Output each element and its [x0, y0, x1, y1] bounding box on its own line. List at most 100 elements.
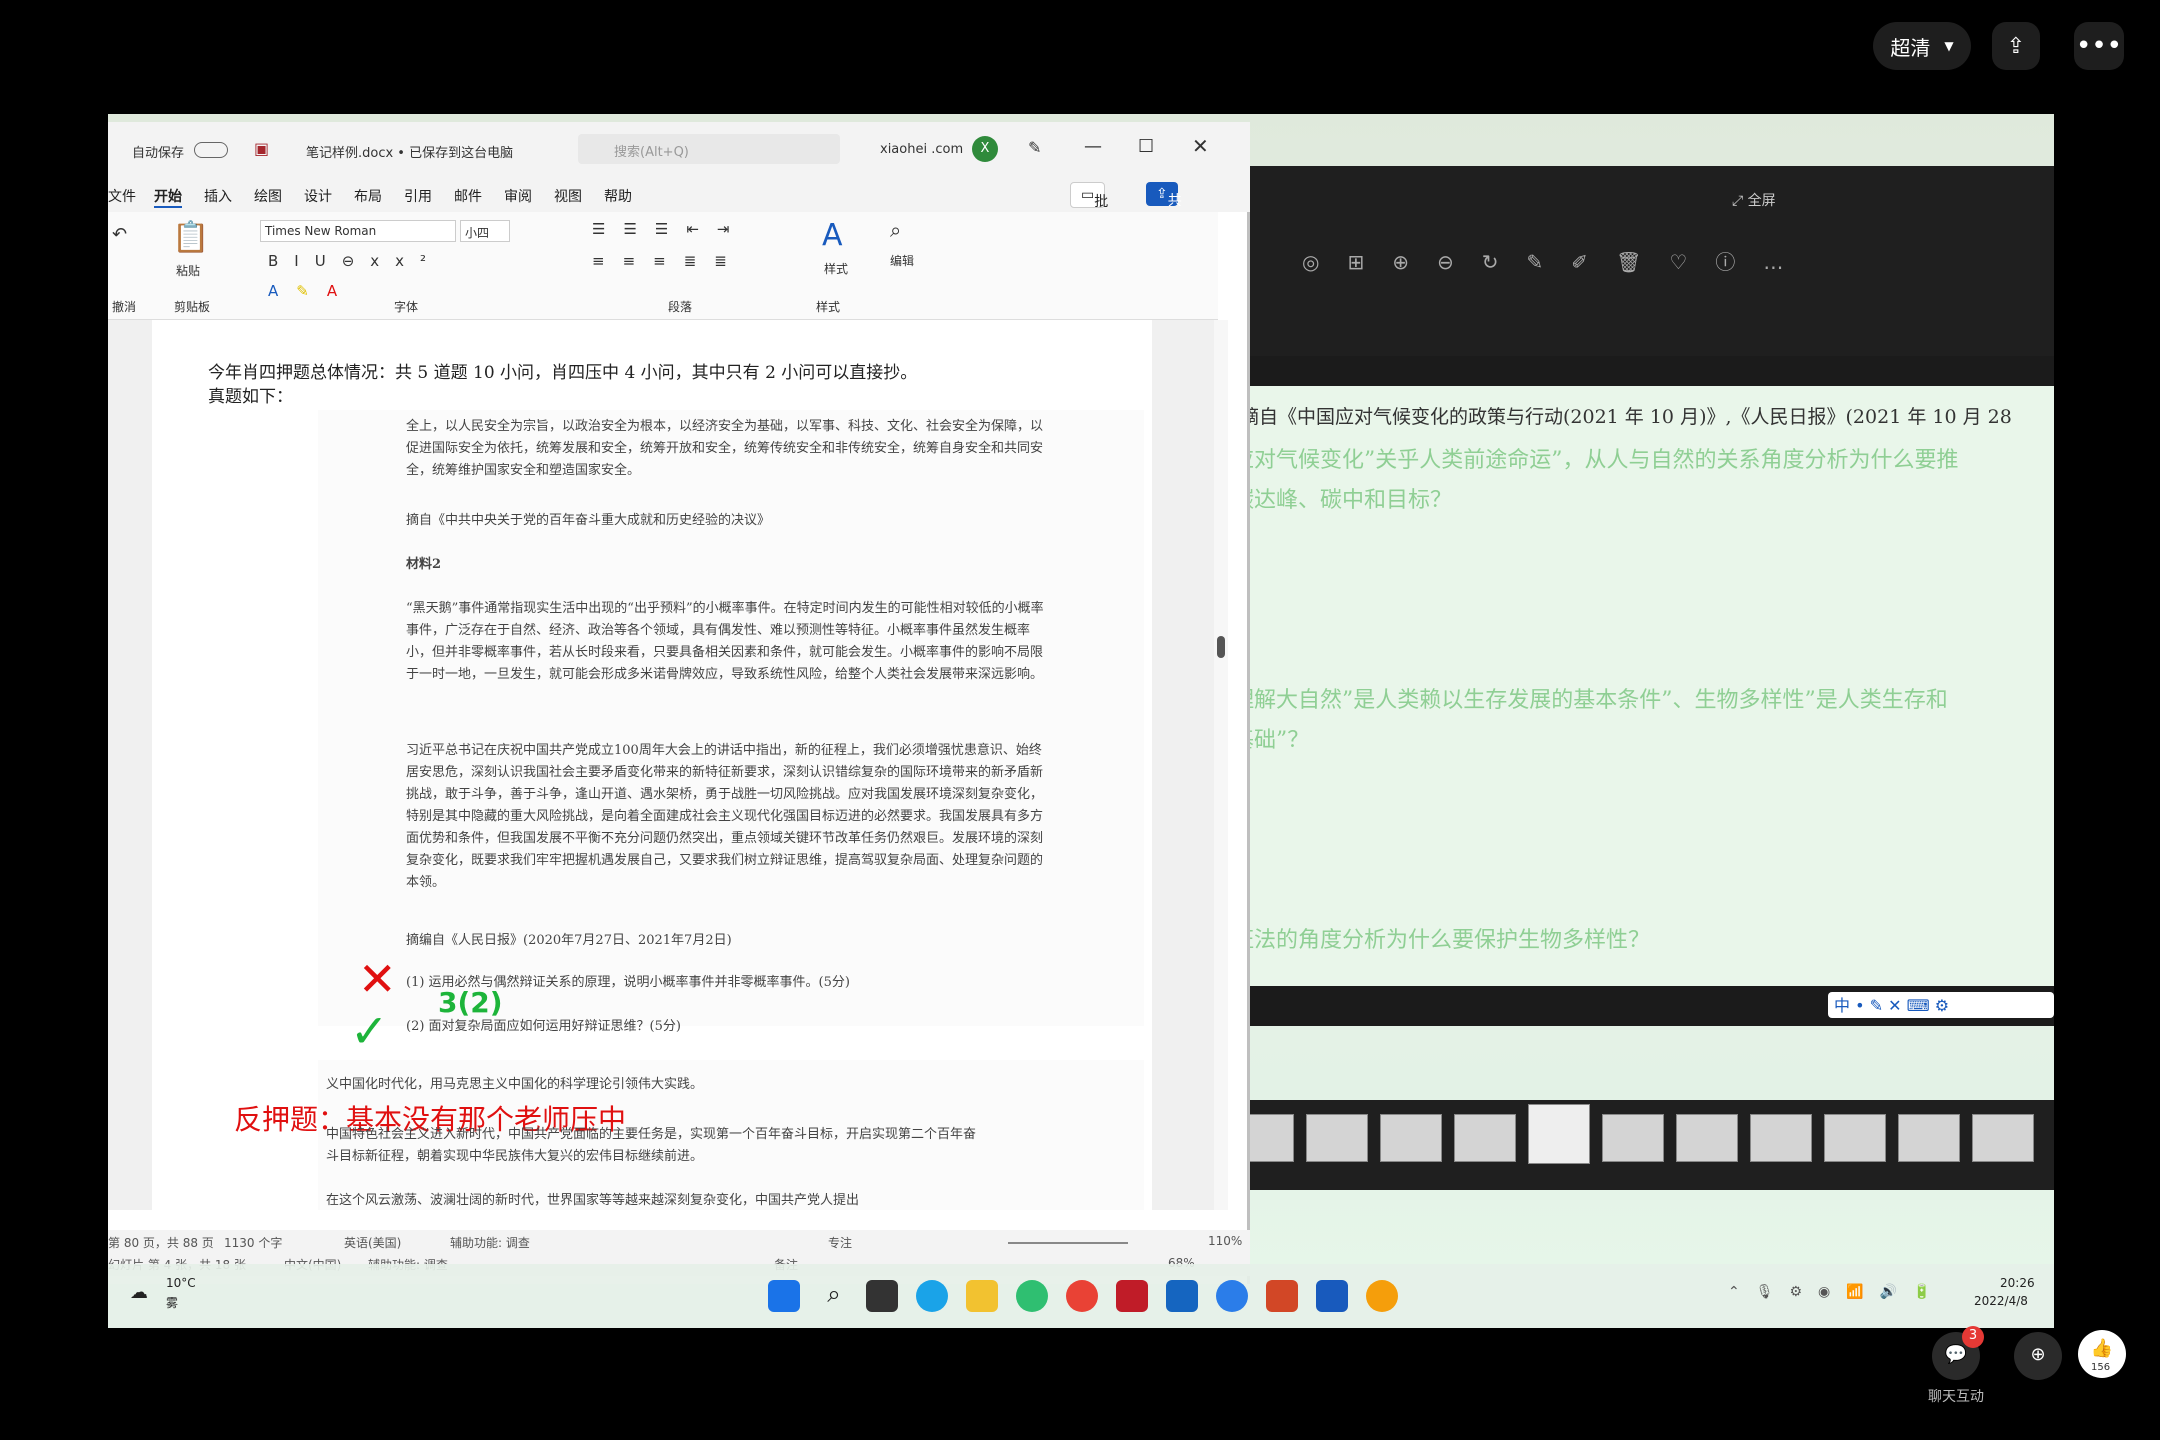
photos-icon[interactable] [1166, 1280, 1198, 1312]
chrome-icon[interactable] [1066, 1280, 1098, 1312]
tray-icons[interactable]: ⌃🎙⚙◉📶🔊🔋 [1728, 1284, 1947, 1300]
tab-home[interactable]: 开始 [154, 186, 182, 208]
save-icon[interactable]: ▣ [254, 139, 269, 158]
app-icon[interactable] [1116, 1280, 1148, 1312]
font-name-select[interactable]: Times New Roman [260, 220, 456, 242]
word-count: 1130 个字 [224, 1236, 283, 1250]
tab-file[interactable]: 文件 [108, 186, 136, 206]
edit-search-icon[interactable]: ⌕ [890, 218, 901, 242]
close-button[interactable]: ✕ [1192, 134, 1209, 158]
paragraph: 全上，以人民安全为宗旨，以政治安全为根本，以经济安全为基础，以军事、科技、文化、… [406, 419, 1044, 478]
clock-date: 2022/4/8 [1974, 1294, 2028, 1308]
vertical-scrollbar[interactable] [1214, 320, 1228, 1210]
word-icon[interactable] [1316, 1280, 1348, 1312]
focus-button[interactable]: 专注 [828, 1234, 852, 1251]
taskview-icon[interactable] [866, 1280, 898, 1312]
paste-icon[interactable]: 📋 [172, 220, 209, 255]
minimize-button[interactable]: — [1084, 136, 1102, 157]
search-icon[interactable]: ⌕ [818, 1280, 850, 1312]
pen-icon[interactable]: ✎ [1028, 138, 1041, 157]
undo-button[interactable]: ↶ [112, 224, 127, 245]
tab-references[interactable]: 引用 [404, 186, 432, 206]
document-title[interactable]: 笔记样例.docx • 已保存到这台电脑 [306, 142, 513, 161]
viewer-toolbar: ⤢ 全屏 ◎⊞⊕⊖↻✎✐🗑♡ⓘ… [1232, 166, 2054, 356]
share-icon[interactable]: ⇪ [1992, 22, 2040, 70]
tab-view[interactable]: 视图 [554, 186, 582, 206]
thumbnail[interactable] [1824, 1114, 1886, 1162]
start-icon[interactable] [768, 1280, 800, 1312]
shared-screen: ⤢ 全屏 ◎⊞⊕⊖↻✎✐🗑♡ⓘ… 摘自《中国应对气候变化的政策与行动(2021 … [108, 114, 2054, 1328]
styles-label: 样式 [824, 262, 849, 276]
avatar[interactable]: X [972, 136, 998, 162]
thumbnail[interactable] [1380, 1114, 1442, 1162]
green-annotation: 3(2) [438, 986, 503, 1019]
font-size-select[interactable]: 小四 [460, 220, 510, 242]
more-icon[interactable]: ••• [2074, 22, 2124, 70]
ime-toolbar[interactable]: 中 • ✎ ✕ ⌨ ⚙ [1828, 992, 2054, 1018]
tab-draw[interactable]: 绘图 [254, 186, 282, 206]
paragraph: 义中国化时代化，用马克思主义中国化的科学理论引领伟大实践。 [326, 1077, 704, 1092]
group-styles: 样式 [816, 300, 841, 314]
tab-layout[interactable]: 布局 [354, 186, 382, 206]
weather-desc: 雾 [166, 1296, 179, 1310]
thumbnail[interactable] [1306, 1114, 1368, 1162]
thumbnail[interactable] [1750, 1114, 1812, 1162]
app-icon[interactable] [1016, 1280, 1048, 1312]
font-color-buttons[interactable]: A✎A [268, 282, 355, 300]
weather-icon[interactable]: ☁ [130, 1282, 148, 1303]
material-heading: 材料2 [406, 557, 442, 572]
link-button[interactable]: ⊕ [2014, 1332, 2062, 1380]
source-line: 摘编自《人民日报》(2020年7月27日、2021年7月2日) [406, 933, 732, 948]
zoom-level[interactable]: 110% [1208, 1234, 1242, 1248]
comment-button[interactable]: ▭ 批注 [1070, 182, 1108, 230]
thumbnail[interactable] [1898, 1114, 1960, 1162]
styles-icon[interactable]: A [822, 218, 843, 253]
viewer-tool-icons[interactable]: ◎⊞⊕⊖↻✎✐🗑♡ⓘ… [1302, 246, 1862, 286]
thumbnail-current[interactable] [1528, 1104, 1590, 1164]
quality-selector[interactable]: 超清 ▼ [1873, 22, 1971, 70]
autosave-toggle[interactable] [194, 142, 228, 158]
powerpoint-icon[interactable] [1266, 1280, 1298, 1312]
feishu-icon[interactable] [1216, 1280, 1248, 1312]
user-name: xiaohei .com [880, 142, 964, 157]
thumbnail[interactable] [1602, 1114, 1664, 1162]
fullscreen-label: 全屏 [1747, 193, 1776, 209]
quality-label: 超清 [1890, 35, 1931, 60]
paragraph: 中国特色社会主义进入新时代，中国共产党面临的主要任务是，实现第一个百年奋斗目标，… [326, 1127, 977, 1164]
explorer-icon[interactable] [966, 1280, 998, 1312]
scrollbar-thumb[interactable] [1217, 636, 1225, 658]
tab-insert[interactable]: 插入 [204, 186, 232, 206]
player-top-bar [0, 0, 2160, 110]
question-2: (2) 面对复杂局面应如何运用好辩证思维？(5分) [406, 1019, 681, 1034]
fullscreen-button[interactable]: ⤢ 全屏 [1732, 190, 1842, 216]
group-clipboard: 剪贴板 [174, 300, 211, 314]
thumbnail[interactable] [1972, 1114, 2034, 1162]
green-check-mark: ✓ [350, 1004, 389, 1058]
zoom-slider[interactable] [1008, 1242, 1128, 1244]
edge-icon[interactable] [916, 1280, 948, 1312]
chat-badge: 3 [1962, 1326, 1984, 1348]
tab-design[interactable]: 设计 [304, 186, 332, 206]
doc-line-2: 真题如下： [208, 387, 293, 407]
tab-help[interactable]: 帮助 [604, 186, 632, 206]
maximize-button[interactable]: ☐ [1138, 136, 1154, 157]
align-buttons[interactable]: ≡≡≡≣≣ [592, 252, 745, 270]
share-button[interactable]: ⇪ 共享 [1146, 182, 1182, 229]
font-format-buttons[interactable]: BIU⊖xx² [268, 252, 442, 270]
language[interactable]: 英语(美国) [344, 1234, 401, 1251]
document-page[interactable]: 今年肖四押题总体情况：共 5 道题 10 小问，肖四压中 4 小问，其中只有 2… [152, 320, 1152, 1210]
page-count: 第 80 页，共 88 页 [108, 1236, 214, 1250]
paragraph: “黑天鹅”事件通常指现实生活中出现的“出乎预料”的小概率事件。在特定时间内发生的… [406, 601, 1044, 682]
paragraph-buttons[interactable]: ☰☰☰⇤⇥ [592, 220, 747, 238]
thumbnail[interactable] [1454, 1114, 1516, 1162]
accessibility-status[interactable]: 辅助功能: 调查 [450, 1234, 530, 1251]
app-icon[interactable] [1366, 1280, 1398, 1312]
windows-taskbar: ☁ 10°C 雾 ⌕ ⌃🎙⚙◉📶🔊🔋 20:26 2022/4/8 [108, 1264, 2054, 1328]
thumbnail[interactable] [1676, 1114, 1738, 1162]
edit-label: 编辑 [890, 254, 915, 268]
search-input[interactable]: 搜索(Alt+Q) [578, 134, 840, 164]
tab-mailings[interactable]: 邮件 [454, 186, 482, 206]
slide-line-2: 应对气候变化”关乎人类前途命运”，从人与自然的关系角度分析为什么要推 [1232, 448, 1959, 473]
doc-line-1: 今年肖四押题总体情况：共 5 道题 10 小问，肖四压中 4 小问，其中只有 2… [208, 363, 918, 383]
tab-review[interactable]: 审阅 [504, 186, 532, 206]
